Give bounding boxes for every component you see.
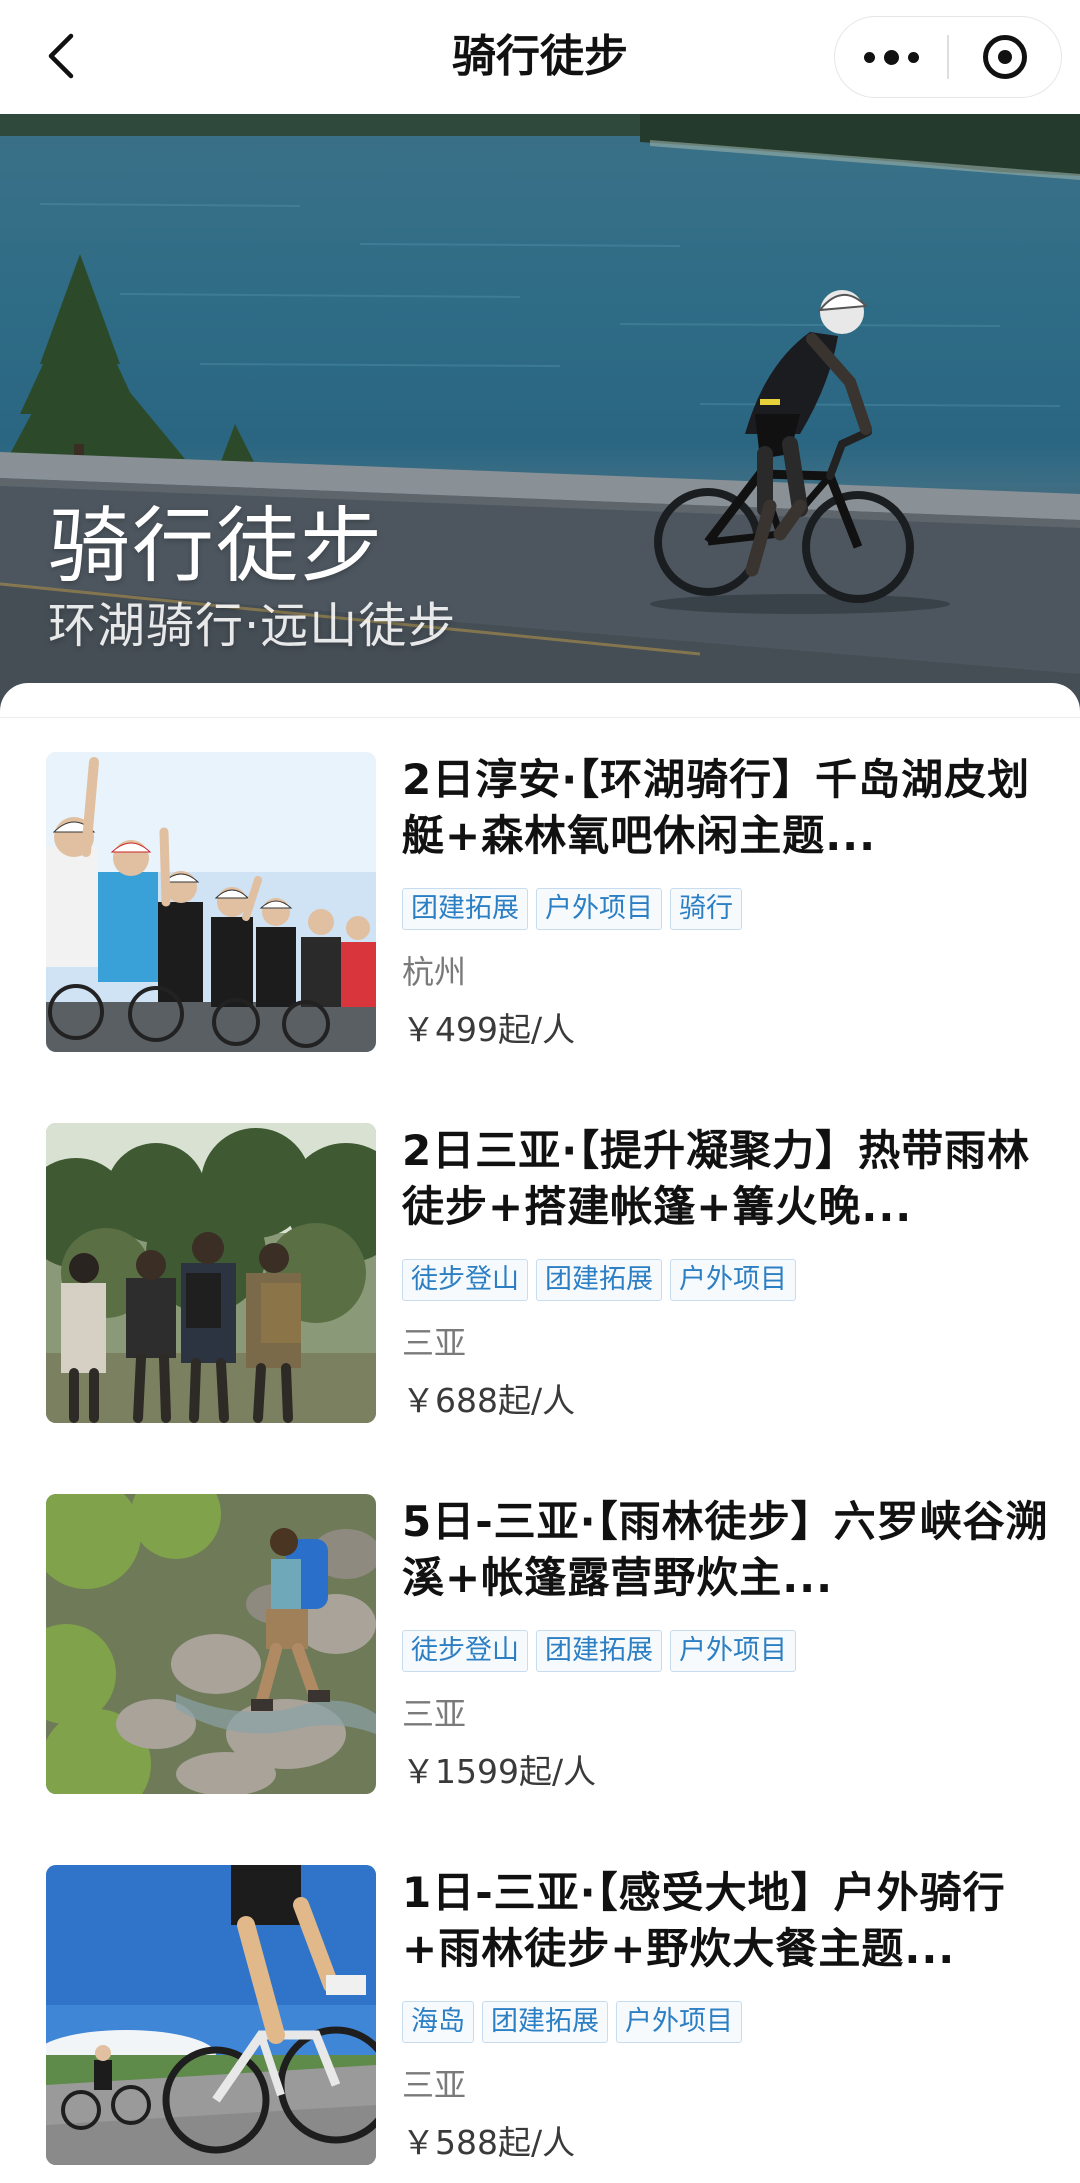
- target-icon: [982, 35, 1027, 79]
- item-price: ￥1599起/人: [402, 1752, 597, 1791]
- divider: [0, 717, 1080, 718]
- cyclists-road-image: [46, 1865, 376, 2165]
- tag: 户外项目: [616, 2001, 742, 2043]
- mini-program-capsule: [834, 16, 1062, 98]
- tag: 团建拓展: [536, 1259, 662, 1301]
- item-city: 三亚: [402, 1324, 467, 1362]
- item-price: ￥688起/人: [402, 1381, 576, 1420]
- item-price: ￥499起/人: [402, 1010, 576, 1049]
- tag-list: 海岛 团建拓展 户外项目: [402, 2001, 1062, 2045]
- tag: 户外项目: [670, 1630, 796, 1672]
- more-button[interactable]: [835, 17, 947, 97]
- cyclists-group-image: [46, 752, 376, 1052]
- thumbnail-image: [46, 1494, 376, 1794]
- list-item[interactable]: 5日-三亚·【雨林徒步】六罗峡谷溯溪+帐篷露营野炊主... 徒步登山 团建拓展 …: [46, 1494, 1048, 1794]
- tag: 徒步登山: [402, 1630, 528, 1672]
- thumbnail-image: [46, 752, 376, 1052]
- tag: 户外项目: [536, 888, 662, 930]
- tag: 骑行: [670, 888, 742, 930]
- item-title: 1日-三亚·【感受大地】户外骑行+雨林徒步+野炊大餐主题...: [402, 1868, 1006, 1973]
- more-dot-icon: [863, 51, 875, 63]
- tag: 团建拓展: [402, 888, 528, 930]
- thumbnail-image: [46, 1865, 376, 2165]
- item-city: 杭州: [402, 953, 467, 991]
- item-title: 5日-三亚·【雨林徒步】六罗峡谷溯溪+帐篷露营野炊主...: [402, 1497, 1049, 1602]
- activity-list: 2日淳安·【环湖骑行】千岛湖皮划艇+森林氧吧休闲主题... 团建拓展 户外项目 …: [0, 683, 1080, 2183]
- tag-list: 徒步登山 团建拓展 户外项目: [402, 1630, 1062, 1674]
- tag-list: 团建拓展 户外项目 骑行: [402, 888, 1062, 932]
- item-title: 2日淳安·【环湖骑行】千岛湖皮划艇+森林氧吧休闲主题...: [402, 755, 1031, 860]
- hikers-forest-image: [46, 1123, 376, 1423]
- item-city: 三亚: [402, 1695, 467, 1733]
- tag: 徒步登山: [402, 1259, 528, 1301]
- more-dot-icon: [907, 51, 919, 63]
- close-mini-program-button[interactable]: [949, 17, 1061, 97]
- item-city: 三亚: [402, 2066, 467, 2104]
- tag: 团建拓展: [536, 1630, 662, 1672]
- item-title: 2日三亚·【提升凝聚力】热带雨林徒步+搭建帐篷+篝火晚...: [402, 1126, 1031, 1231]
- list-item[interactable]: 2日淳安·【环湖骑行】千岛湖皮划艇+森林氧吧休闲主题... 团建拓展 户外项目 …: [46, 752, 1046, 1052]
- list-item[interactable]: 1日-三亚·【感受大地】户外骑行+雨林徒步+野炊大餐主题... 海岛 团建拓展 …: [46, 1865, 1046, 2165]
- tag-list: 徒步登山 团建拓展 户外项目: [402, 1259, 1062, 1303]
- thumbnail-image: [46, 1123, 376, 1423]
- hero-banner[interactable]: 骑行徒步 环湖骑行·远山徒步: [0, 114, 1080, 714]
- nav-bar: 骑行徒步: [0, 0, 1080, 114]
- item-price: ￥588起/人: [402, 2123, 576, 2162]
- hiker-stream-image: [46, 1494, 376, 1794]
- tag: 海岛: [402, 2001, 474, 2043]
- tag: 户外项目: [670, 1259, 796, 1301]
- tag: 团建拓展: [482, 2001, 608, 2043]
- banner-title: 骑行徒步: [48, 499, 385, 594]
- banner-subtitle: 环湖骑行·远山徒步: [48, 598, 457, 654]
- more-dot-icon: [883, 49, 899, 65]
- list-item[interactable]: 2日三亚·【提升凝聚力】热带雨林徒步+搭建帐篷+篝火晚... 徒步登山 团建拓展…: [46, 1123, 1046, 1423]
